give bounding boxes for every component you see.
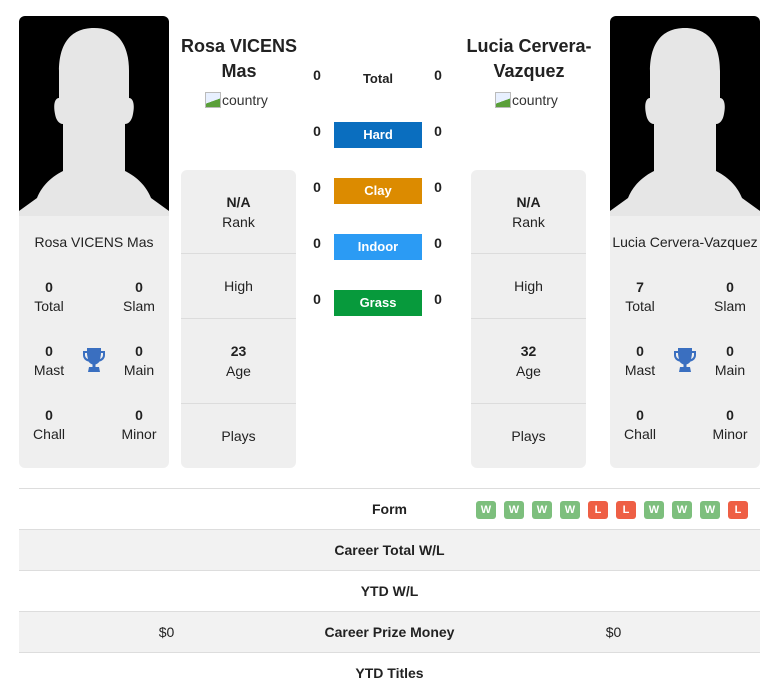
player1-info-panel: N/A Rank High 23 Age Plays	[181, 170, 296, 468]
player2-main-titles: 0 Main	[714, 343, 746, 378]
player2-chall-titles: 0 Chall	[624, 407, 656, 442]
player1-photo	[19, 16, 169, 216]
player1-titles-card: Rosa VICENS Mas 0 Total 0 Slam 0 Mast 0 …	[19, 216, 169, 468]
form-badge-win[interactable]: W	[504, 501, 524, 519]
player1-card-name: Rosa VICENS Mas	[34, 234, 154, 250]
divider	[471, 318, 586, 319]
player1-total-titles: 0 Total	[34, 279, 64, 314]
form-badge-win[interactable]: W	[644, 501, 664, 519]
player2-country-flag: country	[495, 92, 558, 108]
player1-high: High	[224, 278, 253, 294]
divider	[181, 253, 296, 254]
player1-mast-titles: 0 Mast	[33, 343, 65, 378]
player1-rank: N/A Rank	[222, 194, 255, 230]
player2-minor-titles: 0 Minor	[712, 407, 748, 442]
player1-plays: Plays	[221, 428, 256, 444]
form-badge-win[interactable]: W	[700, 501, 720, 519]
player2-titles-card: Lucia Cervera-Vazquez 7 Total 0 Slam 0 M…	[610, 216, 760, 468]
form-row: Form WWWWLLWWWL	[19, 488, 760, 529]
broken-image-icon	[495, 92, 511, 108]
surface-badge-grass: Grass	[334, 290, 422, 316]
player2-plays: Plays	[511, 428, 546, 444]
surface-badge-clay: Clay	[334, 178, 422, 204]
ytd-titles-row: YTD Titles	[19, 652, 760, 693]
player1-slam-titles: 0 Slam	[123, 279, 155, 314]
h2h-grass-row: 0 Grass 0	[300, 288, 460, 316]
divider	[181, 318, 296, 319]
form-badge-loss[interactable]: L	[728, 501, 748, 519]
form-badge-win[interactable]: W	[560, 501, 580, 519]
player2-info-panel: N/A Rank High 32 Age Plays	[471, 170, 586, 468]
divider	[181, 403, 296, 404]
surface-badge-indoor: Indoor	[334, 234, 422, 260]
player1-minor-titles: 0 Minor	[121, 407, 157, 442]
surface-label-total: Total	[362, 71, 394, 86]
divider	[471, 253, 586, 254]
player2-card-name: Lucia Cervera-Vazquez	[612, 234, 758, 250]
form-badge-loss[interactable]: L	[588, 501, 608, 519]
career-total-wl-row: Career Total W/L	[19, 529, 760, 570]
h2h-clay-row: 0 Clay 0	[300, 176, 460, 204]
player2-rank: N/A Rank	[512, 194, 545, 230]
form-badge-win[interactable]: W	[532, 501, 552, 519]
h2h-hard-row: 0 Hard 0	[300, 120, 460, 148]
surface-badge-hard: Hard	[334, 122, 422, 148]
silhouette-icon	[19, 28, 169, 216]
form-badge-win[interactable]: W	[476, 501, 496, 519]
player1-country-flag: country	[205, 92, 268, 108]
silhouette-icon	[610, 28, 760, 216]
player1-age: 23 Age	[226, 343, 251, 379]
player2-photo	[610, 16, 760, 216]
h2h-indoor-row: 0 Indoor 0	[300, 232, 460, 260]
player2-high: High	[514, 278, 543, 294]
ytd-wl-row: YTD W/L	[19, 570, 760, 611]
trophy-icon	[674, 348, 696, 372]
broken-image-icon	[205, 92, 221, 108]
player2-slam-titles: 0 Slam	[714, 279, 746, 314]
form-badge-loss[interactable]: L	[616, 501, 636, 519]
trophy-icon	[83, 348, 105, 372]
player1-name-link[interactable]: Rosa VICENS Mas	[174, 34, 304, 84]
divider	[471, 403, 586, 404]
player1-chall-titles: 0 Chall	[33, 407, 65, 442]
player2-total-titles: 7 Total	[625, 279, 655, 314]
form-badge-win[interactable]: W	[672, 501, 692, 519]
career-prize-money-row: $0 Career Prize Money $0	[19, 611, 760, 652]
player1-main-titles: 0 Main	[123, 343, 155, 378]
comparison-table: Form WWWWLLWWWL Career Total W/L YTD W/L…	[19, 488, 760, 693]
form-badges: WWWWLLWWWL	[476, 501, 756, 519]
player2-age: 32 Age	[516, 343, 541, 379]
player2-name-link[interactable]: Lucia Cervera-Vazquez	[464, 34, 594, 84]
player2-prize-money: $0	[605, 624, 622, 640]
player2-mast-titles: 0 Mast	[624, 343, 656, 378]
h2h-total-row: 0 Total 0	[300, 64, 460, 90]
